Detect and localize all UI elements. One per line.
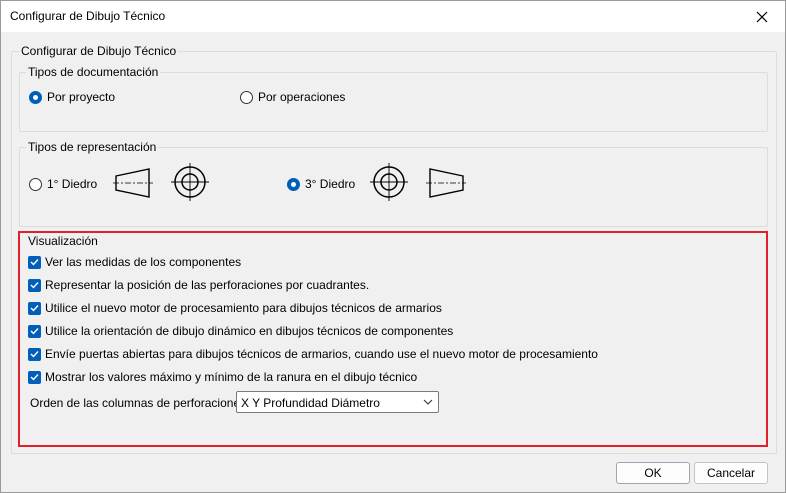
checkbox-checked bbox=[28, 255, 41, 269]
check-icon bbox=[30, 374, 39, 381]
radio-tercer-diedro[interactable]: 3° Diedro bbox=[287, 177, 355, 191]
checkbox-checked bbox=[28, 278, 41, 292]
visualization-legend: Visualización bbox=[26, 234, 100, 248]
close-button[interactable] bbox=[739, 1, 785, 32]
window-title: Configurar de Dibujo Técnico bbox=[10, 9, 166, 23]
check-icon bbox=[30, 305, 39, 312]
check-icon bbox=[30, 282, 39, 289]
chevron-down-icon bbox=[423, 399, 433, 405]
radio-label: Por operaciones bbox=[258, 90, 346, 104]
front-view-icon bbox=[171, 163, 209, 201]
checkbox-checked bbox=[28, 347, 41, 361]
dialog-window: Configurar de Dibujo Técnico Configurar … bbox=[0, 0, 786, 493]
checkbox-orientacion-dinamica[interactable]: Utilice la orientación de dibujo dinámic… bbox=[28, 324, 453, 338]
checkbox-label: Representar la posición de las perforaci… bbox=[45, 278, 370, 292]
close-icon bbox=[756, 11, 768, 22]
radio-indicator bbox=[29, 177, 42, 191]
checkbox-checked bbox=[28, 301, 41, 315]
representation-legend: Tipos de representación bbox=[26, 140, 159, 154]
checkbox-posicion-perforaciones[interactable]: Representar la posición de las perforaci… bbox=[28, 278, 369, 292]
checkbox-checked bbox=[28, 324, 41, 338]
cancel-button[interactable]: Cancelar bbox=[694, 462, 768, 484]
check-icon bbox=[30, 259, 39, 266]
hole-order-label: Orden de las columnas de perforaciones bbox=[30, 396, 247, 410]
radio-label: 1° Diedro bbox=[47, 177, 98, 191]
side-view-icon bbox=[113, 168, 153, 198]
hole-order-value: X Y Profundidad Diámetro bbox=[241, 396, 380, 410]
radio-indicator bbox=[240, 90, 253, 104]
checkbox-valores-ranura[interactable]: Mostrar los valores máximo y mínimo de l… bbox=[28, 370, 417, 384]
front-view-icon bbox=[370, 163, 408, 201]
checkbox-label: Envíe puertas abiertas para dibujos técn… bbox=[45, 347, 598, 361]
side-view-icon bbox=[426, 168, 466, 198]
title-bar: Configurar de Dibujo Técnico bbox=[1, 1, 785, 32]
checkbox-puertas-abiertas[interactable]: Envíe puertas abiertas para dibujos técn… bbox=[28, 347, 598, 361]
radio-primer-diedro[interactable]: 1° Diedro bbox=[29, 177, 97, 191]
radio-por-proyecto[interactable]: Por proyecto bbox=[29, 90, 115, 104]
checkbox-label: Utilice la orientación de dibujo dinámic… bbox=[45, 324, 454, 338]
ok-button[interactable]: OK bbox=[616, 462, 690, 484]
checkbox-label: Mostrar los valores máximo y mínimo de l… bbox=[45, 370, 418, 384]
radio-label: Por proyecto bbox=[47, 90, 116, 104]
radio-por-operaciones[interactable]: Por operaciones bbox=[240, 90, 345, 104]
checkbox-nuevo-motor[interactable]: Utilice el nuevo motor de procesamiento … bbox=[28, 301, 442, 315]
documentation-group: Tipos de documentación bbox=[19, 65, 768, 132]
checkbox-label: Ver las medidas de los componentes bbox=[45, 255, 242, 269]
checkbox-checked bbox=[28, 370, 41, 384]
main-group-legend: Configurar de Dibujo Técnico bbox=[19, 44, 179, 58]
check-icon bbox=[30, 328, 39, 335]
hole-order-select[interactable]: X Y Profundidad Diámetro bbox=[236, 391, 439, 413]
radio-label: 3° Diedro bbox=[305, 177, 356, 191]
checkbox-label: Utilice el nuevo motor de procesamiento … bbox=[45, 301, 442, 315]
check-icon bbox=[30, 351, 39, 358]
radio-indicator bbox=[29, 90, 42, 104]
checkbox-ver-medidas[interactable]: Ver las medidas de los componentes bbox=[28, 255, 241, 269]
documentation-legend: Tipos de documentación bbox=[26, 65, 161, 79]
radio-indicator bbox=[287, 177, 300, 191]
